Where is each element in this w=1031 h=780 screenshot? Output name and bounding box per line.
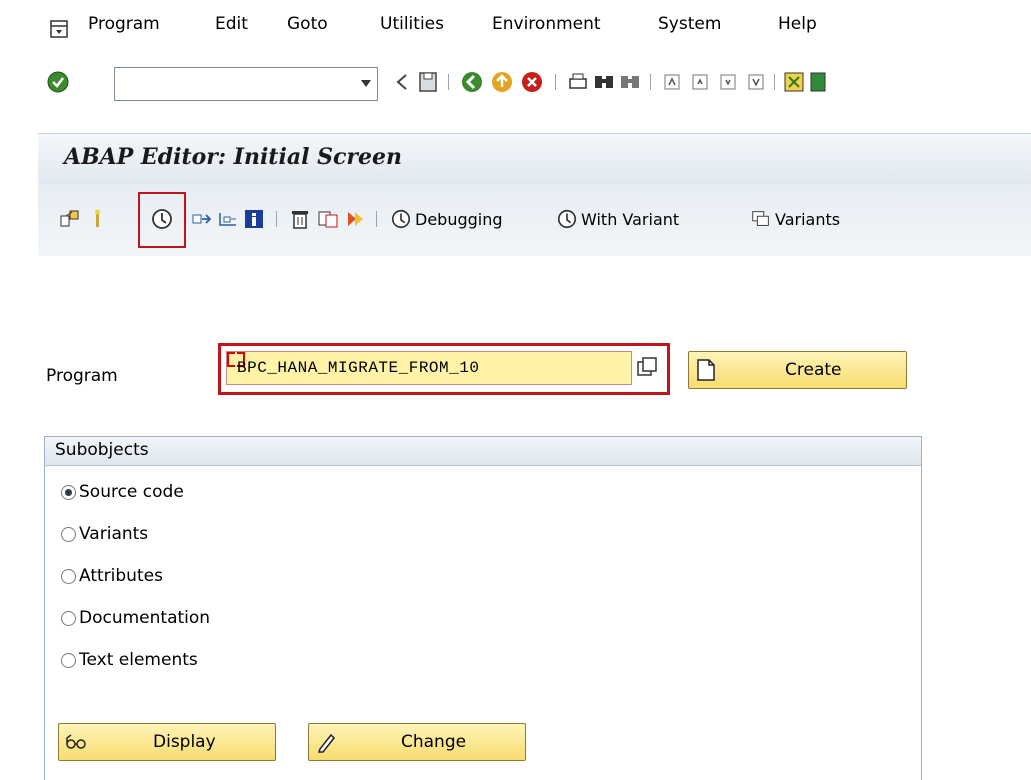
change-label: Change — [401, 732, 467, 752]
new-document-icon — [697, 359, 715, 381]
collapse-left-icon[interactable] — [390, 70, 414, 94]
radio-button[interactable] — [61, 568, 76, 584]
toolbar-separator — [555, 74, 556, 90]
dropdown-arrow-icon[interactable] — [361, 80, 371, 87]
save-icon[interactable] — [416, 70, 440, 94]
copy-icon[interactable] — [316, 207, 340, 231]
where-used-list-icon[interactable] — [190, 207, 214, 231]
change-button[interactable]: Change — [308, 723, 526, 761]
radio-label: Documentation — [79, 608, 211, 628]
back-icon[interactable] — [460, 70, 484, 94]
menu-help[interactable]: Help — [778, 14, 817, 34]
program-input[interactable]: BPC_HANA_MIGRATE_FROM_10 — [226, 351, 632, 385]
radio-source-code[interactable]: Source code — [61, 479, 184, 505]
display-button[interactable]: Display — [58, 723, 276, 761]
cancel-icon[interactable] — [520, 70, 544, 94]
page-title: ABAP Editor: Initial Screen — [64, 144, 402, 170]
next-page-icon[interactable] — [716, 70, 740, 94]
variants-button[interactable]: Variants — [750, 208, 840, 230]
radio-label: Variants — [79, 524, 149, 544]
pencil-icon — [317, 733, 336, 753]
enter-checkmark-icon[interactable] — [46, 70, 70, 94]
subobjects-header: Subobjects — [45, 437, 921, 466]
last-page-icon[interactable] — [744, 70, 768, 94]
radio-variants[interactable]: Variants — [61, 521, 148, 547]
rename-icon[interactable] — [344, 207, 368, 231]
radio-button[interactable] — [61, 526, 76, 542]
menu-utilities[interactable]: Utilities — [380, 14, 444, 34]
other-object-icon[interactable] — [58, 207, 82, 231]
debug-execute-icon — [391, 209, 411, 229]
radio-text-elements[interactable]: Text elements — [61, 647, 198, 673]
command-input[interactable] — [119, 72, 343, 98]
create-session-icon[interactable] — [782, 70, 806, 94]
with-variant-button[interactable]: With Variant — [556, 208, 679, 230]
find-next-icon[interactable] — [618, 70, 642, 94]
debugging-button[interactable]: Debugging — [390, 208, 503, 230]
variant-execute-icon — [557, 209, 577, 229]
radio-label: Text elements — [79, 650, 198, 670]
print-icon[interactable] — [566, 70, 590, 94]
subobjects-group: Subobjects Source code Variants Attribut… — [44, 436, 922, 780]
delete-icon[interactable] — [288, 207, 312, 231]
value-help-icon[interactable] — [636, 356, 658, 378]
active-inactive-icon[interactable] — [86, 207, 110, 231]
toolbar-separator — [650, 74, 651, 90]
variants-label: Variants — [775, 209, 841, 229]
info-icon[interactable] — [242, 207, 266, 231]
previous-page-icon[interactable] — [688, 70, 712, 94]
title-bar: ABAP Editor: Initial Screen — [38, 133, 1031, 185]
menu-program[interactable]: Program — [88, 14, 160, 34]
toolbar-separator — [276, 211, 277, 227]
create-label: Create — [785, 360, 842, 380]
exit-icon[interactable] — [490, 70, 514, 94]
program-label: Program — [46, 366, 118, 386]
command-field[interactable] — [114, 67, 378, 101]
execute-icon[interactable] — [150, 207, 174, 231]
field-corner — [227, 359, 235, 367]
debugging-label: Debugging — [415, 209, 503, 229]
program-field-highlight: BPC_HANA_MIGRATE_FROM_10 — [218, 343, 670, 395]
main-area: Program BPC_HANA_MIGRATE_FROM_10 Create … — [38, 256, 1031, 780]
menu-window-icon[interactable] — [50, 20, 68, 38]
generate-shortcut-icon[interactable] — [808, 70, 832, 94]
object-list-icon[interactable] — [216, 207, 240, 231]
system-toolbar — [0, 60, 1031, 120]
radio-button[interactable] — [61, 652, 76, 668]
with-variant-label: With Variant — [581, 209, 680, 229]
display-label: Display — [153, 732, 216, 752]
radio-label: Source code — [79, 482, 184, 502]
toolbar-separator — [376, 211, 377, 227]
create-button[interactable]: Create — [688, 351, 907, 389]
menu-edit[interactable]: Edit — [215, 14, 248, 34]
subobjects-title: Subobjects — [55, 440, 149, 460]
menu-system[interactable]: System — [658, 14, 721, 34]
application-toolbar: Debugging With Variant Variants — [38, 184, 1031, 256]
menu-environment[interactable]: Environment — [492, 14, 601, 34]
menu-bar: Program Edit Goto Utilities Environment … — [0, 0, 1031, 60]
radio-documentation[interactable]: Documentation — [61, 605, 210, 631]
radio-button[interactable] — [61, 484, 76, 500]
first-page-icon[interactable] — [660, 70, 684, 94]
variants-icon — [752, 211, 769, 226]
radio-button[interactable] — [61, 610, 76, 626]
radio-label: Attributes — [79, 566, 163, 586]
toolbar-separator — [448, 74, 449, 90]
menu-goto[interactable]: Goto — [287, 14, 328, 34]
radio-attributes[interactable]: Attributes — [61, 563, 163, 589]
toolbar-separator — [774, 74, 775, 90]
find-icon[interactable] — [592, 70, 616, 94]
glasses-icon — [66, 734, 86, 749]
program-value: BPC_HANA_MIGRATE_FROM_10 — [237, 359, 480, 377]
